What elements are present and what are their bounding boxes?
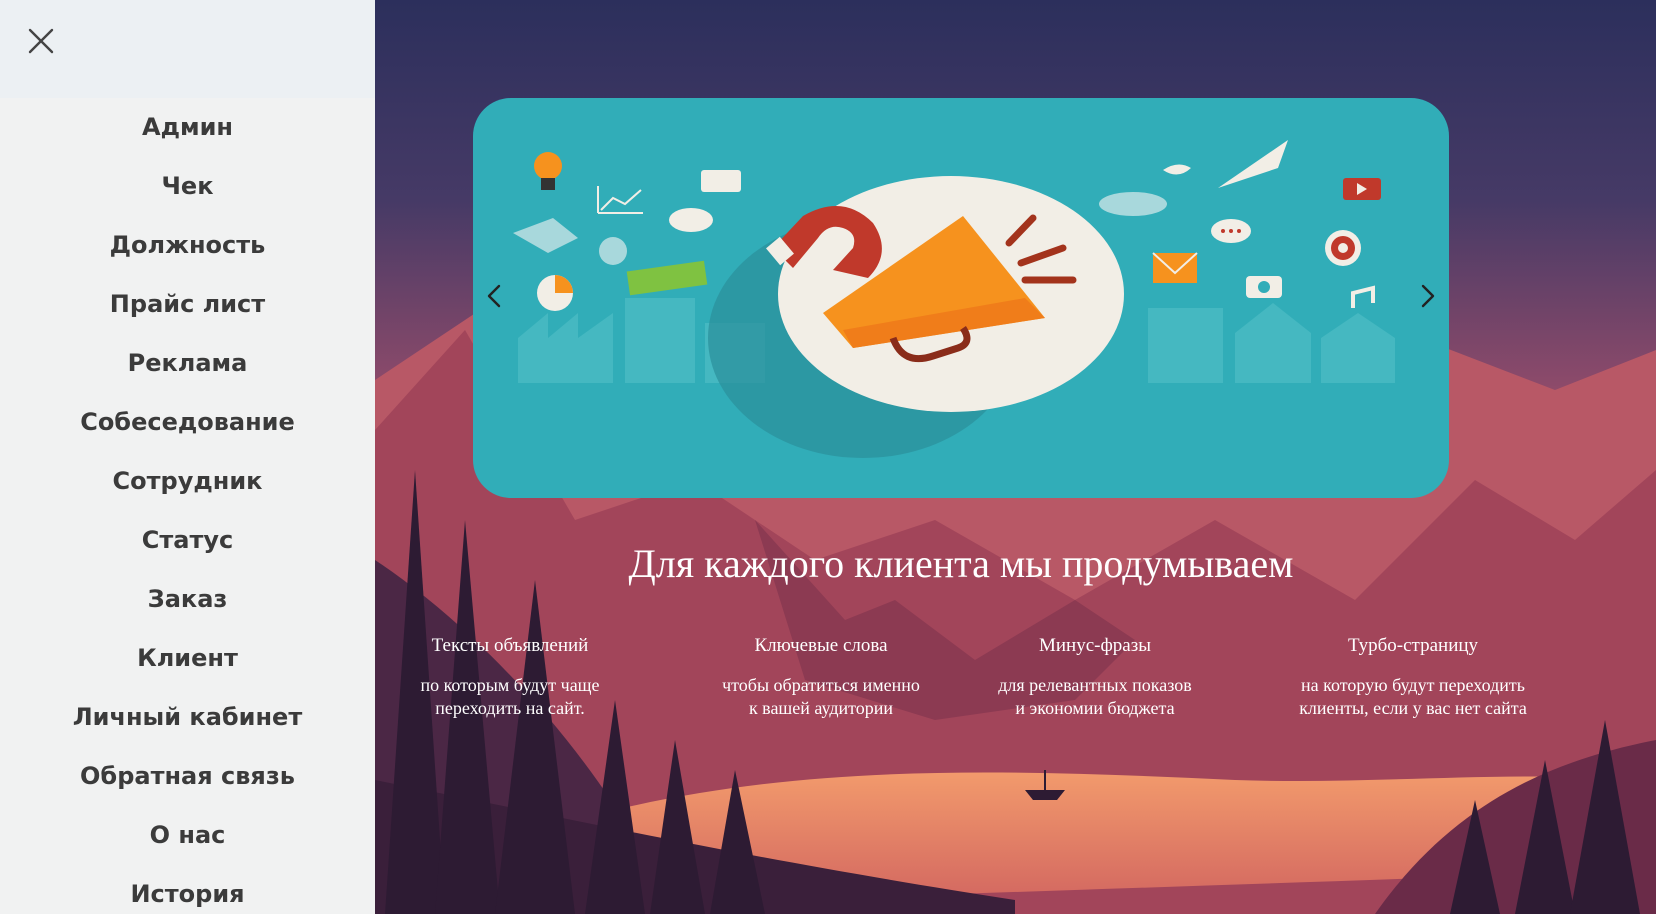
side-menu-header (0, 0, 375, 98)
feature-title: Минус-фразы (1038, 635, 1151, 656)
menu-item-status[interactable]: Статус (0, 511, 375, 570)
chevron-right-icon[interactable] (1415, 278, 1441, 314)
menu-item-feedback[interactable]: Обратная связь (0, 747, 375, 806)
menu-item-check[interactable]: Чек (0, 157, 375, 216)
section-headline: Для каждого клиента мы продумываем (628, 541, 1294, 586)
feature-description: по которым будут чаще переходить на сайт… (365, 674, 655, 720)
side-menu: Админ Чек Должность Прайс лист Реклама С… (0, 0, 375, 914)
menu-item-personal-account[interactable]: Личный кабинет (0, 688, 375, 747)
marketing-illustration (513, 140, 1395, 458)
feature-description: для релевантных показов и экономии бюдже… (950, 674, 1240, 720)
menu-item-admin[interactable]: Админ (0, 98, 375, 157)
menu-item-about[interactable]: О нас (0, 806, 375, 865)
chevron-left-icon[interactable] (481, 278, 507, 314)
menu-item-interview[interactable]: Собеседование (0, 393, 375, 452)
hero-carousel (473, 98, 1449, 498)
menu-item-order[interactable]: Заказ (0, 570, 375, 629)
menu-item-client[interactable]: Клиент (0, 629, 375, 688)
close-icon[interactable] (22, 22, 60, 60)
feature-turbo-page: Турбо-страницу на которую будут переходи… (1268, 630, 1558, 720)
feature-title: Турбо-страницу (1347, 635, 1479, 656)
feature-description-line: по которым будут чаще (420, 675, 600, 695)
feature-description-line: к вашей аудитории (748, 698, 894, 718)
feature-description-line: и экономии бюджета (1015, 698, 1175, 718)
menu-item-price-list[interactable]: Прайс лист (0, 275, 375, 334)
menu-item-history[interactable]: История (0, 865, 375, 914)
feature-negative-keywords: Минус-фразы для релевантных показов и эк… (950, 630, 1240, 720)
feature-ad-texts: Тексты объявлений по которым будут чаще … (365, 630, 655, 720)
feature-keywords: Ключевые слова чтобы обратиться именно к… (676, 630, 966, 720)
menu-item-employee[interactable]: Сотрудник (0, 452, 375, 511)
feature-title: Тексты объявлений (431, 635, 589, 656)
menu-item-advertising[interactable]: Реклама (0, 334, 375, 393)
feature-description: на которую будут переходить клиенты, есл… (1268, 674, 1558, 720)
menu-item-position[interactable]: Должность (0, 216, 375, 275)
feature-description-line: чтобы обратиться именно (722, 675, 920, 695)
side-menu-list: Админ Чек Должность Прайс лист Реклама С… (0, 98, 375, 914)
feature-description-line: переходить на сайт. (435, 698, 585, 718)
feature-description-line: для релевантных показов (998, 675, 1192, 695)
feature-description-line: клиенты, если у вас нет сайта (1299, 698, 1527, 718)
feature-title: Ключевые слова (754, 635, 888, 656)
feature-description: чтобы обратиться именно к вашей аудитори… (676, 674, 966, 720)
feature-description-line: на которую будут переходить (1301, 675, 1525, 695)
